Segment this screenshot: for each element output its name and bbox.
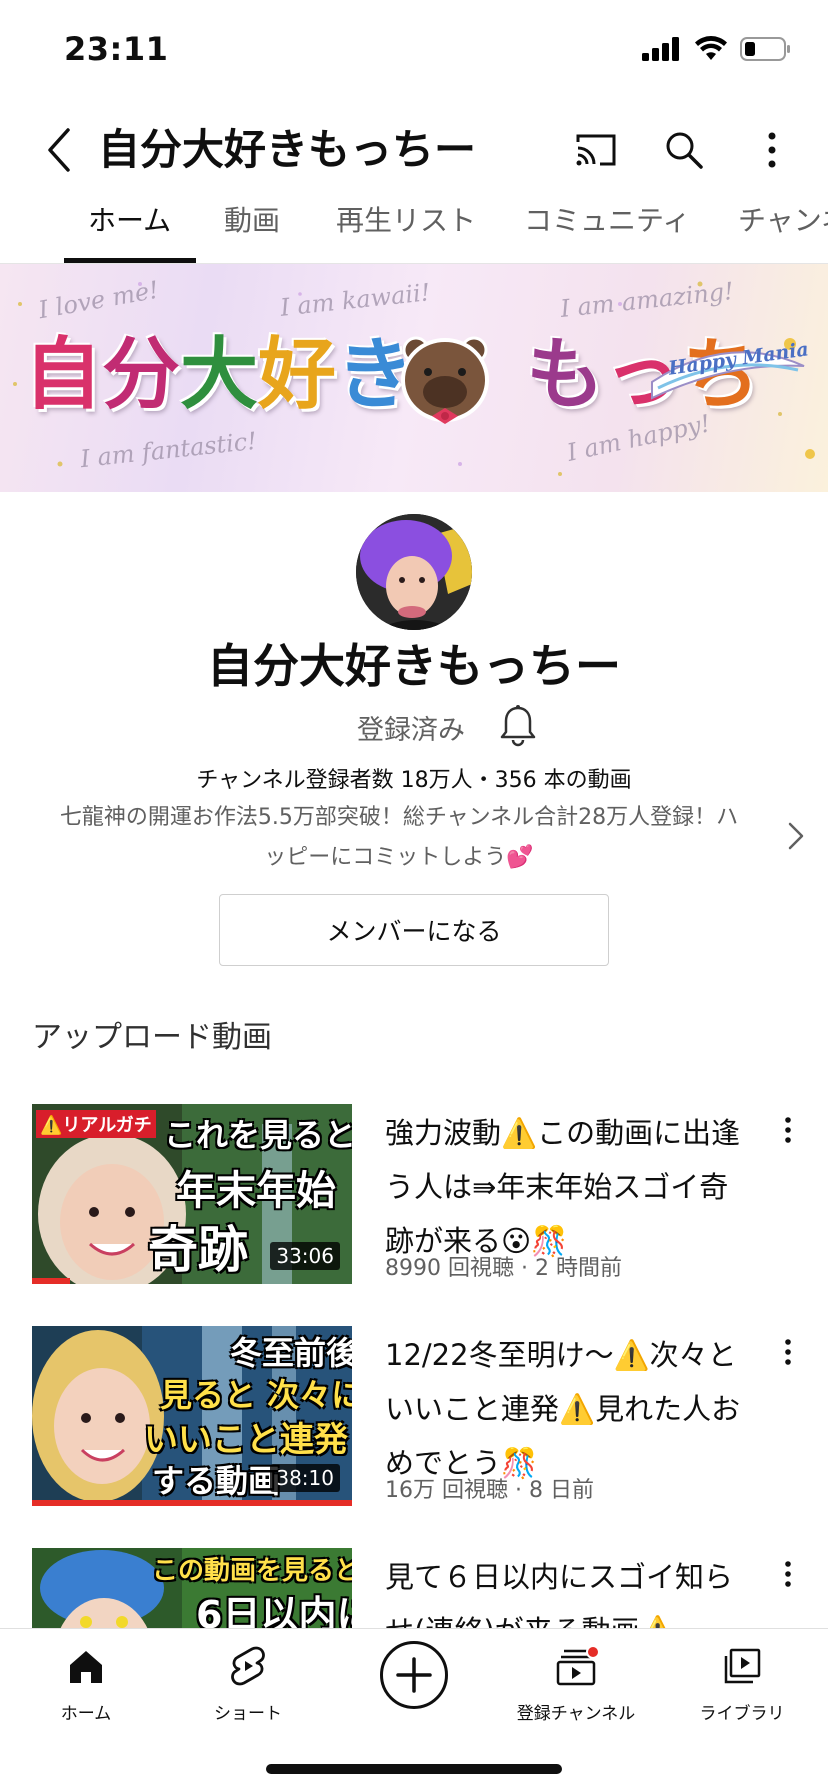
cellular-signal-icon	[642, 37, 679, 61]
tab-channels[interactable]: チャンネ	[738, 190, 828, 264]
nav-library[interactable]: ライブラリ	[662, 1643, 822, 1743]
subscribed-button[interactable]: 登録済み	[357, 708, 465, 747]
banner-title-char: 分	[102, 330, 181, 420]
video-item[interactable]: 冬至前後 見ると 次々に いいこと連発 する動画 38:10 12/22冬至明け…	[0, 1326, 828, 1526]
video-title[interactable]: 見て６日以内にスゴイ知らせ(連絡)が来る動画⚠️	[385, 1550, 745, 1628]
nav-label: ショート	[214, 1704, 282, 1724]
channel-tabs: ホーム 動画 再生リスト コミュニティ チャンネ	[0, 190, 828, 264]
thumbnail-caption: 6日以内に	[196, 1593, 352, 1628]
video-duration: 38:10	[270, 1464, 340, 1492]
page-title: 自分大好きもっちー	[98, 125, 477, 174]
more-vertical-icon	[768, 132, 776, 168]
cast-button[interactable]	[560, 114, 632, 186]
thumbnail-caption: 冬至前後	[230, 1334, 352, 1372]
thumbnail-caption: 年末年始	[176, 1168, 336, 1214]
chevron-left-icon	[48, 128, 70, 172]
channel-description[interactable]: 七龍神の開運お作法5.5万部突破！総チャンネル合計28万人登録！ハ ッピーにコミ…	[24, 798, 774, 878]
thumbnail-caption: 見ると 次々に	[160, 1376, 352, 1414]
more-vertical-icon	[785, 1117, 791, 1143]
thumbnail-caption: この動画を見ると	[152, 1556, 352, 1586]
notification-bell-button[interactable]	[494, 702, 542, 750]
banner-title-char: 自	[24, 330, 103, 420]
video-thumbnail[interactable]: この動画を見ると 6日以内に	[32, 1548, 352, 1628]
home-icon	[70, 1651, 102, 1683]
subscription-row: 登録済み	[0, 700, 828, 756]
channel-name: 自分大好きもっちー	[207, 639, 621, 693]
description-expand-button[interactable]	[776, 814, 816, 858]
create-plus-icon	[396, 1657, 432, 1693]
status-bar: 23:11	[0, 0, 828, 96]
status-time: 23:11	[64, 30, 169, 68]
nav-label: 登録チャンネル	[516, 1704, 636, 1724]
chevron-right-icon	[788, 822, 804, 850]
video-thumbnail[interactable]: ⚠️リアルガチ これを見ると 年末年始 奇跡 33:06	[32, 1104, 352, 1284]
thumbnail-caption: する動画	[152, 1462, 281, 1500]
banner-title-char: 好	[258, 330, 337, 420]
tab-videos[interactable]: 動画	[224, 190, 280, 264]
join-membership-button[interactable]: メンバーになる	[219, 894, 609, 966]
search-button[interactable]	[648, 114, 720, 186]
channel-stats: チャンネル登録者数 18万人・356 本の動画	[196, 768, 632, 793]
tab-playlists[interactable]: 再生リスト	[336, 190, 476, 264]
back-button[interactable]	[24, 114, 96, 186]
channel-banner: I love me! I am kawaii! I am amazing! I …	[0, 264, 828, 492]
tab-community[interactable]: コミュニティ	[524, 190, 690, 264]
cast-icon	[576, 134, 616, 166]
banner-title-char: も	[526, 330, 605, 420]
create-button[interactable]	[380, 1641, 448, 1709]
nav-home[interactable]: ホーム	[6, 1643, 166, 1743]
nav-label: ライブラリ	[699, 1704, 785, 1724]
watch-progress-bar	[32, 1278, 71, 1284]
nav-subscriptions[interactable]: 登録チャンネル	[496, 1643, 656, 1743]
shorts-icon	[231, 1646, 265, 1686]
thumbnail-caption: ⚠️リアルガチ	[36, 1110, 156, 1138]
more-vertical-icon	[785, 1561, 791, 1587]
thumbnail-caption: いいこと連発	[144, 1420, 348, 1460]
video-more-button[interactable]	[764, 1106, 812, 1154]
nav-label: ホーム	[60, 1704, 112, 1724]
library-icon	[724, 1648, 761, 1684]
video-more-button[interactable]	[764, 1328, 812, 1376]
video-meta: 8990 回視聴 · 2 時間前	[385, 1256, 622, 1281]
description-line: 七龍神の開運お作法5.5万部突破！総チャンネル合計28万人登録！ハ	[59, 805, 739, 830]
wifi-icon	[695, 36, 727, 60]
tab-home[interactable]: ホーム	[88, 190, 171, 264]
new-content-dot	[586, 1645, 600, 1659]
capybara-logo-icon	[401, 336, 489, 424]
status-icons	[642, 36, 792, 62]
section-title-uploads: アップロード動画	[32, 1020, 272, 1055]
more-options-button[interactable]	[736, 114, 808, 186]
battery-icon	[740, 37, 790, 61]
video-duration: 33:06	[270, 1242, 340, 1270]
banner-title-char: 大	[180, 330, 259, 420]
watch-progress-bar	[32, 1500, 352, 1506]
video-title[interactable]: 強力波動⚠️この動画に出逢う人は⇛年末年始スゴイ奇跡が来る😮🎊	[385, 1106, 745, 1268]
search-icon	[666, 132, 703, 169]
video-meta: 16万 回視聴 · 8 日前	[385, 1478, 594, 1503]
video-thumbnail[interactable]: 冬至前後 見ると 次々に いいこと連発 する動画 38:10	[32, 1326, 352, 1506]
nav-shorts[interactable]: ショート	[168, 1643, 328, 1743]
home-indicator	[266, 1764, 562, 1774]
video-item[interactable]: この動画を見ると 6日以内に 見て６日以内にスゴイ知らせ(連絡)が来る動画⚠️	[0, 1548, 828, 1628]
thumbnail-caption: 奇跡	[148, 1221, 248, 1279]
video-item[interactable]: ⚠️リアルガチ これを見ると 年末年始 奇跡 33:06 強力波動⚠️この動画に…	[0, 1104, 828, 1304]
avatar-image	[356, 514, 472, 630]
video-more-button[interactable]	[764, 1550, 812, 1598]
thumbnail-caption: これを見ると	[164, 1116, 352, 1154]
more-vertical-icon	[785, 1339, 791, 1365]
video-title[interactable]: 12/22冬至明け〜⚠️次々といいこと連発⚠️見れた人おめでとう🎊	[385, 1328, 745, 1490]
channel-avatar[interactable]	[356, 514, 472, 630]
bell-icon	[500, 705, 536, 747]
description-line: ッピーにコミットしよう💕	[264, 845, 534, 870]
